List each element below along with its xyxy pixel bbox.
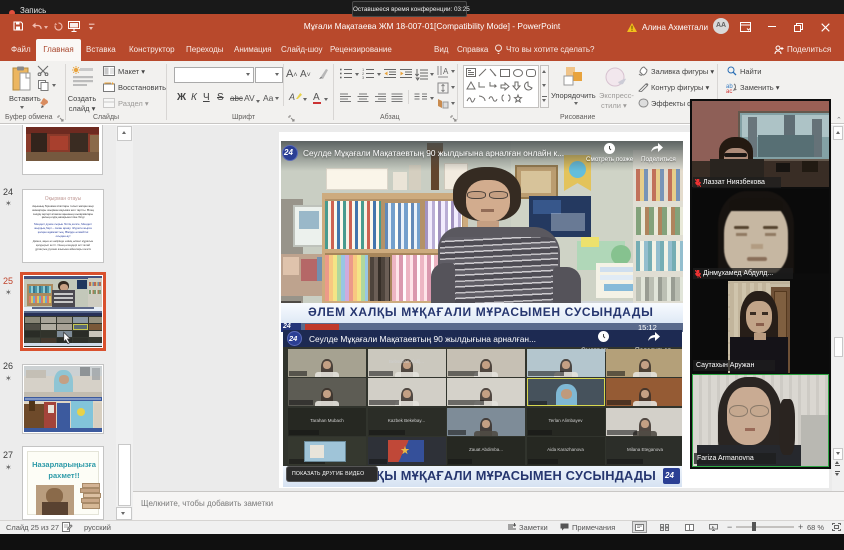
svg-text:ac: ac [726,89,732,93]
svg-text:3: 3 [362,75,365,79]
svg-text:A: A [443,67,449,76]
